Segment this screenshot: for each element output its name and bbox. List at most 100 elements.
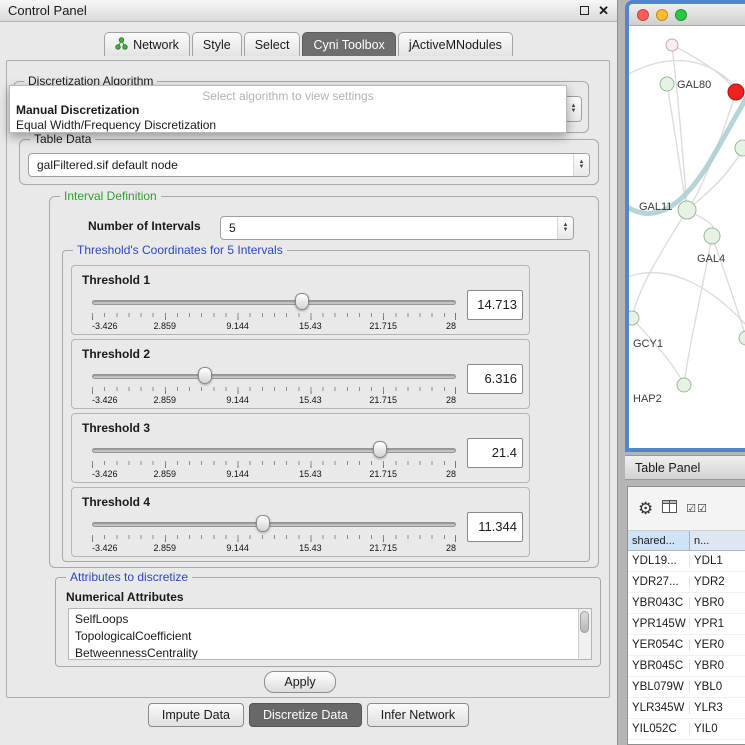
table-row[interactable]: YER054C YER0: [628, 635, 745, 656]
cell-name[interactable]: YPR1: [690, 618, 745, 630]
cell-name[interactable]: YIL0: [690, 723, 745, 735]
slider-track[interactable]: [92, 300, 456, 305]
dropdown-placeholder-item[interactable]: Select algorithm to view settings: [10, 89, 566, 103]
threshold-2-slider[interactable]: -3.426 2.859 9.144 15.43 21.715 28: [92, 366, 456, 408]
threshold-1-value-field[interactable]: 14.713: [467, 290, 523, 320]
cell-name[interactable]: YER0: [690, 639, 745, 651]
threshold-1-slider[interactable]: -3.426 2.859 9.144 15.43 21.715 28: [92, 292, 456, 334]
cell-shared-name[interactable]: YER054C: [628, 639, 690, 651]
table-row[interactable]: YPR145W YPR1: [628, 614, 745, 635]
threshold-1-slider-thumb[interactable]: [295, 293, 309, 310]
tab-jactivemnodules[interactable]: jActiveMNodules: [398, 32, 513, 56]
threshold-1-label: Threshold 1: [82, 273, 150, 287]
tick-label: 15.43: [299, 543, 322, 553]
list-item-topologicalcoefficient[interactable]: TopologicalCoefficient: [69, 628, 591, 645]
table-data-combobox-value: galFiltered.sif default node: [37, 158, 178, 172]
threshold-3-value-field[interactable]: 21.4: [467, 438, 523, 468]
slider-track[interactable]: [92, 374, 456, 379]
network-node[interactable]: [666, 39, 678, 51]
threshold-4-value-field[interactable]: 11.344: [467, 512, 523, 542]
table-panel-window: ⚙ ☑☑ shared... n... YDL19... YDL1 YDR27.…: [627, 486, 745, 745]
network-node-selected-red[interactable]: [728, 84, 744, 100]
float-window-icon[interactable]: [580, 6, 589, 15]
table-row[interactable]: YDR27... YDR2: [628, 572, 745, 593]
dropdown-option-equal-width-frequency[interactable]: Equal Width/Frequency Discretization: [16, 118, 216, 132]
cell-name[interactable]: YBL0: [690, 681, 745, 693]
slider-track[interactable]: [92, 448, 456, 453]
threshold-3-slider-thumb[interactable]: [373, 441, 387, 458]
table-row[interactable]: YIL052C YIL0: [628, 719, 745, 740]
cell-name[interactable]: YDR2: [690, 576, 745, 588]
slider-track[interactable]: [92, 522, 456, 527]
table-row[interactable]: YBR045C YBR0: [628, 656, 745, 677]
thresholds-coordinates-group-label: Threshold's Coordinates for 5 Intervals: [73, 243, 287, 257]
select-columns-icon[interactable]: ☑☑: [686, 502, 708, 515]
network-node-gal4[interactable]: [704, 228, 720, 244]
table-row[interactable]: YBR043C YBR0: [628, 593, 745, 614]
threshold-4-slider-thumb[interactable]: [256, 515, 270, 532]
table-row[interactable]: YDL19... YDL1: [628, 551, 745, 572]
cell-shared-name[interactable]: YDL19...: [628, 555, 690, 567]
cell-shared-name[interactable]: YIL052C: [628, 723, 690, 735]
tab-impute-data[interactable]: Impute Data: [148, 703, 244, 727]
attributes-group-label: Attributes to discretize: [66, 570, 192, 584]
gear-icon[interactable]: ⚙: [638, 500, 653, 517]
threshold-2-value-field[interactable]: 6.316: [467, 364, 523, 394]
threshold-2-slider-thumb[interactable]: [198, 367, 212, 384]
tab-infer-network[interactable]: Infer Network: [367, 703, 469, 727]
node-label-gcy1: GCY1: [633, 338, 663, 350]
minimize-traffic-light-icon[interactable]: [656, 9, 668, 21]
attributes-list-scrollbar[interactable]: [578, 609, 591, 659]
close-icon[interactable]: ✕: [598, 6, 609, 16]
network-node[interactable]: [735, 140, 745, 156]
cell-name[interactable]: YBR0: [690, 660, 745, 672]
column-header-shared-name[interactable]: shared...: [628, 531, 690, 550]
tick-label: 28: [446, 469, 456, 479]
tab-select[interactable]: Select: [244, 32, 301, 56]
tab-network[interactable]: Network: [104, 32, 190, 56]
network-canvas[interactable]: GAL80 GAL11 GAL4 GCY1 HAP2: [629, 26, 745, 448]
tab-style[interactable]: Style: [192, 32, 242, 56]
table-data-combobox[interactable]: galFiltered.sif default node ▲ ▼: [28, 153, 590, 177]
columns-icon[interactable]: [662, 500, 677, 518]
zoom-traffic-light-icon[interactable]: [675, 9, 687, 21]
list-item-betweennesscentrality[interactable]: BetweennessCentrality: [69, 645, 591, 660]
number-of-intervals-combobox[interactable]: 5 ▲ ▼: [220, 216, 574, 240]
dropdown-option-manual-discretization[interactable]: Manual Discretization: [16, 103, 139, 117]
highlighted-edge: [629, 94, 745, 213]
cell-name[interactable]: YLR3: [690, 702, 745, 714]
threshold-3-slider[interactable]: -3.426 2.859 9.144 15.43 21.715 28: [92, 440, 456, 482]
cell-shared-name[interactable]: YDR27...: [628, 576, 690, 588]
interval-definition-group-label: Interval Definition: [60, 189, 161, 203]
network-node-gal80[interactable]: [660, 77, 674, 91]
control-panel-titlebar: Control Panel ✕: [0, 0, 617, 22]
cell-shared-name[interactable]: YBR043C: [628, 597, 690, 609]
table-row[interactable]: YLR345W YLR3: [628, 698, 745, 719]
cell-shared-name[interactable]: YLR345W: [628, 702, 690, 714]
apply-button[interactable]: Apply: [264, 671, 336, 693]
column-header-name[interactable]: n...: [690, 531, 745, 550]
network-node-hap2[interactable]: [677, 378, 691, 392]
list-item-selfloops[interactable]: SelfLoops: [69, 611, 591, 628]
network-node[interactable]: [739, 331, 745, 345]
threshold-4-slider[interactable]: -3.426 2.859 9.144 15.43 21.715 28: [92, 514, 456, 556]
cell-shared-name[interactable]: YBR045C: [628, 660, 690, 672]
cyni-toolbox-panel: Discretization Algorithm ▲ ▼ Select algo…: [6, 60, 610, 698]
slider-minor-ticks: [92, 313, 456, 317]
node-label-gal11: GAL11: [639, 201, 672, 213]
cell-shared-name[interactable]: YBL079W: [628, 681, 690, 693]
scrollbar-thumb[interactable]: [580, 611, 589, 633]
cell-name[interactable]: YDL1: [690, 555, 745, 567]
cell-shared-name[interactable]: YPR145W: [628, 618, 690, 630]
close-traffic-light-icon[interactable]: [637, 9, 649, 21]
tab-discretize-data[interactable]: Discretize Data: [249, 703, 362, 727]
table-panel-header: Table Panel: [625, 455, 745, 480]
cell-name[interactable]: YBR0: [690, 597, 745, 609]
numerical-attributes-list[interactable]: SelfLoops TopologicalCoefficient Between…: [68, 608, 592, 660]
network-node-gal11[interactable]: [678, 201, 696, 219]
table-row[interactable]: YBL079W YBL0: [628, 677, 745, 698]
network-node-gcy1[interactable]: [629, 311, 639, 325]
network-graph[interactable]: GAL80 GAL11 GAL4 GCY1 HAP2: [629, 26, 745, 448]
tab-cyni-toolbox[interactable]: Cyni Toolbox: [302, 32, 395, 56]
tab-style-label: Style: [203, 38, 231, 52]
